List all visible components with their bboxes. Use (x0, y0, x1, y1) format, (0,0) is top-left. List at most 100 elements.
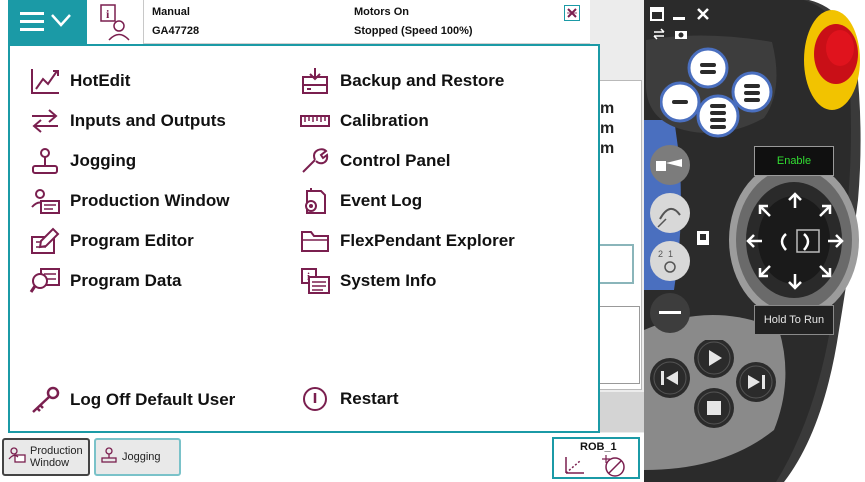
arrow-right-icon (828, 234, 844, 248)
usb-port-icon (697, 231, 709, 245)
restart-button[interactable]: Restart (298, 384, 399, 414)
menu-item-label: Program Data (70, 271, 182, 290)
minimize-icon[interactable] (672, 7, 686, 21)
programmable-key-4[interactable] (696, 94, 740, 138)
background-strip (598, 392, 644, 432)
toggle-increment-key[interactable] (650, 293, 690, 333)
rotate-ccw-icon (780, 233, 787, 251)
system-info-icon: i (298, 266, 332, 296)
menu-item-label: Control Panel (340, 151, 451, 170)
log-off-label: Log Off Default User (70, 390, 236, 409)
production-window-icon (28, 186, 62, 216)
stop-button[interactable] (694, 388, 734, 428)
restart-label: Restart (340, 389, 399, 408)
arrow-left-icon (746, 234, 762, 248)
rotate-cw-icon (803, 233, 810, 251)
hold-to-run-button[interactable]: Hold To Run (754, 305, 834, 335)
motors-state: Motors On (354, 6, 409, 18)
arrow-down-left-icon (758, 265, 771, 278)
menu-item-label: Calibration (340, 111, 429, 130)
background-text: m (600, 140, 615, 157)
log-off-button[interactable]: Log Off Default User (28, 385, 235, 415)
close-button[interactable] (564, 5, 580, 21)
menu-item-label: Inputs and Outputs (70, 111, 226, 130)
hamburger-icon (20, 12, 71, 31)
pendant-screen: i Manual GA47728 Motors On Stopped (Spee… (0, 0, 644, 482)
menu-item-label: Backup and Restore (340, 71, 505, 90)
menu-item-hotedit[interactable]: HotEdit (28, 66, 130, 96)
task-label: Production Window (30, 445, 83, 469)
joystick-icon (100, 446, 118, 468)
close-icon[interactable] (696, 7, 710, 21)
background-field (598, 306, 640, 384)
key-icon (28, 385, 62, 415)
camera-icon[interactable] (674, 28, 688, 40)
folder-icon (298, 226, 332, 256)
arrow-up-right-icon (819, 204, 832, 217)
menu-item-production-window[interactable]: Production Window (28, 186, 229, 216)
wrench-icon (298, 146, 332, 176)
task-production-window[interactable]: Production Window (2, 438, 90, 476)
task-jogging[interactable]: Jogging (94, 438, 181, 476)
toggle-motion-mode-key[interactable] (650, 193, 690, 233)
menu-item-system-info[interactable]: i System Info (298, 266, 436, 296)
restore-icon[interactable] (650, 7, 664, 21)
background-text: m (600, 100, 615, 117)
svg-text:1: 1 (668, 249, 673, 259)
menu-item-label: Production Window (70, 191, 230, 210)
run-keys (650, 340, 776, 428)
menu-item-backup-restore[interactable]: Backup and Restore (298, 66, 504, 96)
power-icon (298, 384, 332, 414)
start-button[interactable] (694, 340, 734, 378)
program-state: Stopped (Speed 100%) (354, 25, 473, 37)
menu-item-flexpendant-explorer[interactable]: FlexPendant Explorer (298, 226, 515, 256)
programmable-keys (660, 47, 773, 138)
enable-button[interactable]: Enable (754, 146, 834, 176)
step-backward-button[interactable] (650, 358, 690, 398)
programmable-key-1[interactable] (687, 47, 729, 89)
programmable-key-3[interactable] (731, 71, 773, 113)
menu-item-label: HotEdit (70, 71, 131, 90)
flexpendant-device: 21 Enable Hold To Run (644, 0, 865, 482)
svg-text:2: 2 (658, 249, 663, 259)
menu-item-inputs-outputs[interactable]: Inputs and Outputs (28, 106, 226, 136)
joystick[interactable] (740, 186, 850, 296)
menu-item-jogging[interactable]: Jogging (28, 146, 136, 176)
menu-item-calibration[interactable]: Calibration (298, 106, 429, 136)
toggle-axis-key[interactable]: 21 (650, 241, 690, 281)
menu-item-control-panel[interactable]: Control Panel (298, 146, 451, 176)
select-mechanical-unit-key[interactable] (650, 145, 690, 185)
menu-item-label: Jogging (70, 151, 137, 170)
background-text: m (600, 120, 615, 137)
background-field (598, 244, 634, 284)
task-label: Jogging (122, 451, 161, 463)
arrow-down-right-icon (819, 265, 832, 278)
taskbar: Production Window Jogging ROB_1 (0, 433, 644, 482)
backup-icon (298, 66, 332, 96)
operating-mode: Manual (152, 6, 190, 18)
status-button[interactable]: i (87, 0, 144, 44)
menu-item-event-log[interactable]: Event Log (298, 186, 422, 216)
menu-item-program-editor[interactable]: Program Editor (28, 226, 194, 256)
calibration-icon (298, 106, 332, 136)
status-bar: Manual GA47728 Motors On Stopped (Speed … (144, 0, 590, 44)
operator-info-icon: i (100, 4, 130, 41)
arrow-up-icon (788, 192, 802, 208)
programmable-key-2[interactable] (660, 81, 701, 123)
menu-item-label: FlexPendant Explorer (340, 231, 515, 250)
menu-item-program-data[interactable]: Program Data (28, 266, 181, 296)
menu-item-label: System Info (340, 271, 437, 290)
arrow-up-left-icon (758, 204, 771, 217)
inputs-outputs-icon (28, 106, 62, 136)
arrow-down-icon (788, 274, 802, 290)
abb-menu-button[interactable] (8, 0, 87, 44)
step-forward-button[interactable] (736, 362, 776, 402)
menu-item-label: Program Editor (70, 231, 194, 250)
rotate-icon[interactable] (652, 28, 666, 40)
close-icon (567, 8, 577, 18)
quickset-jog-icon (565, 455, 625, 477)
joystick-icon (28, 146, 62, 176)
quickset-button[interactable]: ROB_1 (552, 437, 640, 479)
hotedit-icon (28, 66, 62, 96)
system-name: GA47728 (152, 25, 200, 37)
